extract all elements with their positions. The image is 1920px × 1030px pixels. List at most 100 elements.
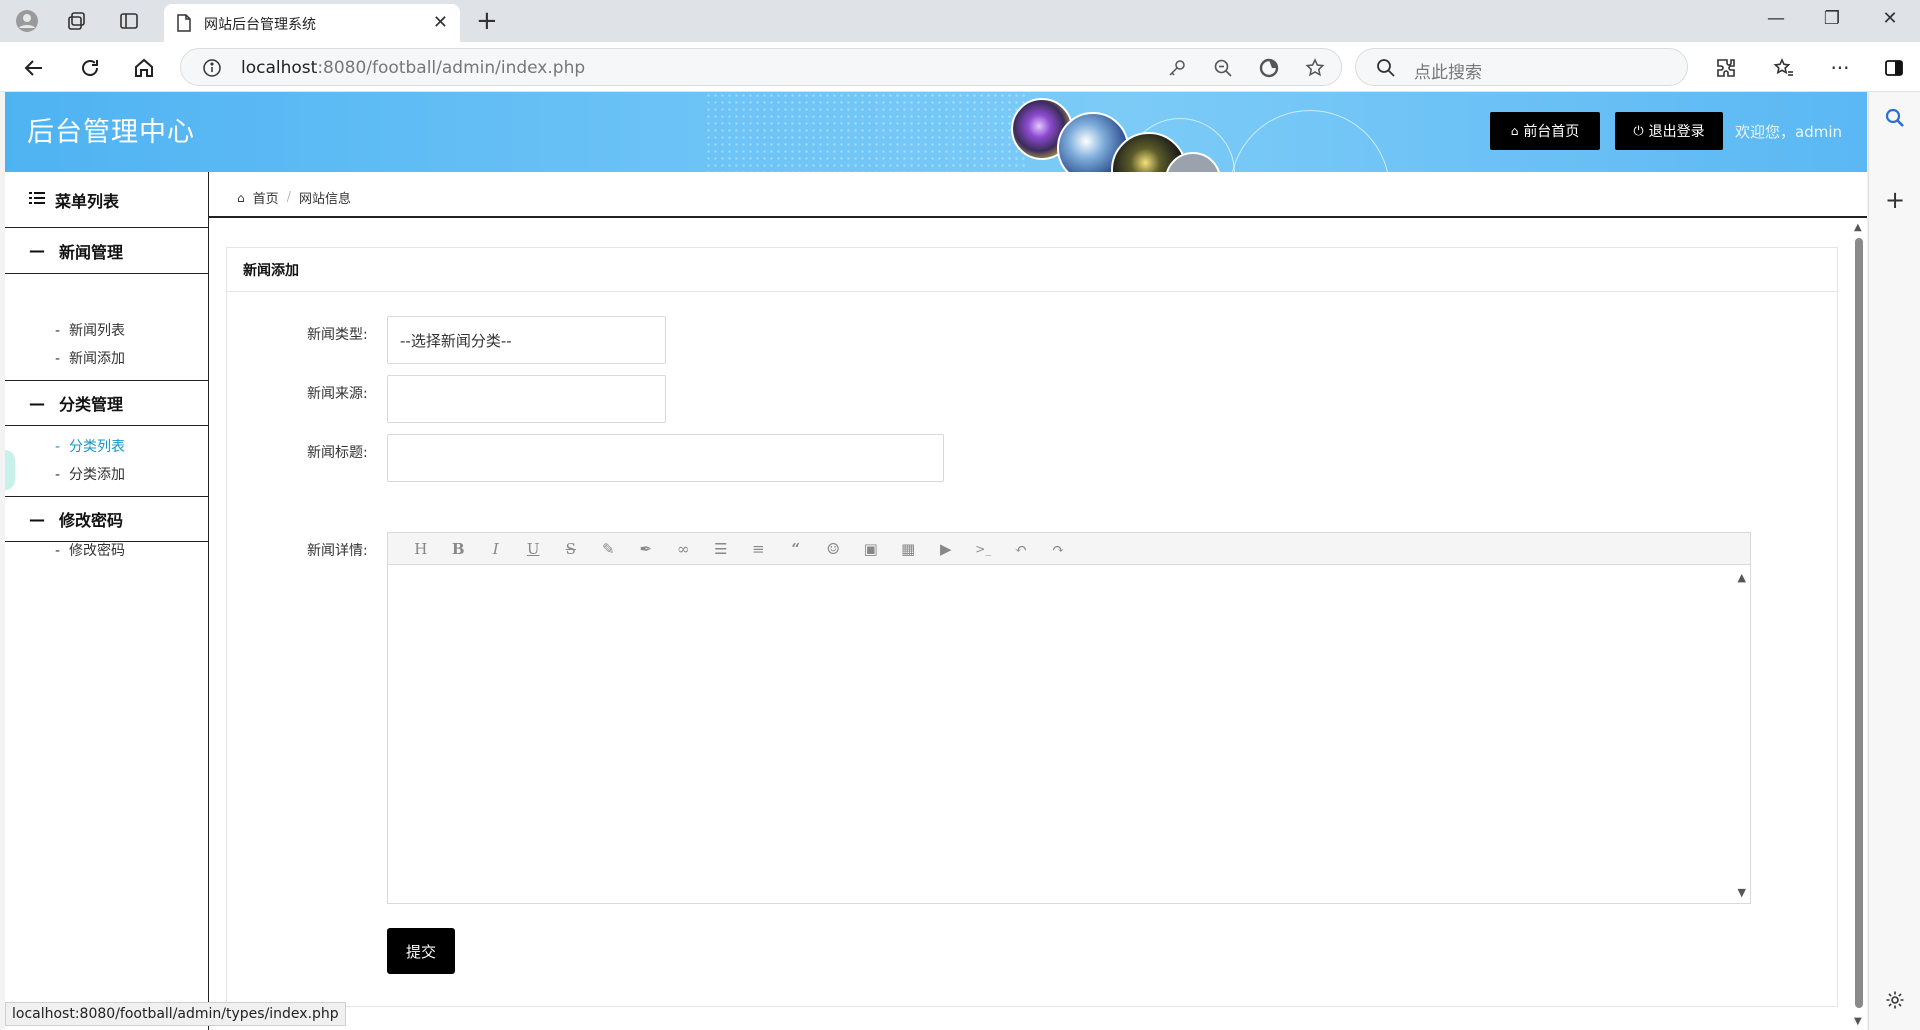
logout-button[interactable]: ⏻ 退出登录 [1615, 112, 1723, 150]
edge-refresh-icon[interactable] [1257, 57, 1281, 79]
search-icon [1376, 58, 1396, 82]
frontend-home-button[interactable]: ⌂ 前台首页 [1490, 112, 1600, 150]
news-title-input[interactable] [387, 434, 944, 482]
sidebar-item-category-add[interactable]: - 分类添加 [55, 464, 125, 484]
news-detail-editor[interactable]: H B I U S ✎ ✒ ∞ ☰ ≡ “ ☺ ▣ ▦ ▶ >_ ↶ ↷ ▲ ▼ [387, 532, 1751, 904]
browser-search-input[interactable]: 点此搜索 [1355, 48, 1688, 86]
world-map-decoration [705, 92, 1025, 172]
url-text: localhost:8080/football/admin/index.php [241, 58, 586, 78]
sidebar-group-password[interactable]: — 修改密码 [5, 496, 209, 542]
scrollbar-thumb[interactable] [1855, 238, 1863, 1008]
minus-icon: — [29, 393, 45, 413]
minimize-icon[interactable]: — [1762, 8, 1790, 34]
minus-icon: — [29, 509, 45, 529]
panel-title: 新闻添加 [227, 248, 1837, 292]
favorites-icon[interactable] [1770, 54, 1798, 82]
emoji-icon[interactable]: ☺ [815, 537, 853, 561]
extensions-icon[interactable] [1712, 54, 1740, 82]
favorite-star-icon[interactable] [1303, 57, 1327, 79]
decor-ring [1230, 110, 1390, 172]
editor-scroll-up-icon[interactable]: ▲ [1738, 571, 1746, 584]
editor-scroll-down-icon[interactable]: ▼ [1738, 886, 1746, 899]
left-sidebar: 菜单列表 — 新闻管理 - 新闻列表 - 新闻添加 — 分类管理 - 分类列表 … [5, 172, 209, 1030]
sidebar-item-news-list[interactable]: - 新闻列表 [55, 320, 125, 340]
more-menu-icon[interactable]: ··· [1826, 54, 1854, 82]
link-icon[interactable]: ∞ [665, 537, 703, 561]
news-type-select[interactable]: --选择新闻分类-- [387, 316, 666, 364]
sidebar-item-change-password[interactable]: - 修改密码 [55, 540, 125, 560]
redo-icon[interactable]: ↷ [1040, 537, 1078, 561]
back-icon[interactable] [20, 54, 48, 82]
minus-icon: — [29, 241, 45, 260]
zoom-out-icon[interactable] [1211, 57, 1235, 79]
tab-actions-icon[interactable] [116, 8, 142, 34]
group-label: 新闻管理 [59, 242, 124, 262]
close-tab-icon[interactable]: ✕ [433, 12, 448, 33]
submit-button[interactable]: 提交 [387, 928, 455, 974]
news-source-label: 新闻来源: [307, 386, 368, 402]
decor-dot [5, 450, 15, 490]
browser-tab-strip: 网站后台管理系统 ✕ + — ❐ ✕ [0, 0, 1920, 42]
underline-icon[interactable]: U [515, 537, 553, 561]
menu-title: 菜单列表 [5, 172, 209, 228]
image-icon[interactable]: ▣ [852, 537, 890, 561]
bullet-list-icon[interactable]: ☰ [702, 537, 740, 561]
content-divider [209, 216, 1867, 218]
news-type-label: 新闻类型: [307, 327, 368, 343]
strikethrough-icon[interactable]: S [552, 537, 590, 561]
breadcrumb-home[interactable]: 首页 [253, 188, 279, 207]
page-viewport: 后台管理中心 ⌂ 前台首页 ⏻ 退出登录 欢迎您，admin 菜单列表 — 新闻… [5, 92, 1867, 1030]
quote-icon[interactable]: “ [777, 537, 815, 561]
brush-icon[interactable]: ✒ [627, 537, 665, 561]
site-info-icon[interactable] [203, 59, 221, 81]
home-icon[interactable] [130, 54, 158, 82]
sidebar-item-category-list[interactable]: - 分类列表 [55, 436, 125, 456]
group-label: 分类管理 [59, 395, 124, 414]
align-icon[interactable]: ≡ [740, 537, 778, 561]
breadcrumb: ⌂ 首页 / 网站信息 [237, 188, 351, 207]
close-window-icon[interactable]: ✕ [1876, 8, 1904, 34]
maximize-icon[interactable]: ❐ [1818, 8, 1846, 34]
browser-tab[interactable]: 网站后台管理系统 ✕ [164, 4, 460, 42]
refresh-icon[interactable] [76, 54, 104, 82]
breadcrumb-current: 网站信息 [299, 192, 352, 207]
code-icon[interactable]: >_ [965, 537, 1003, 561]
frontend-home-label: 前台首页 [1523, 124, 1580, 140]
scroll-up-icon[interactable]: ▲ [1854, 222, 1862, 233]
workspaces-icon[interactable] [64, 8, 90, 34]
status-link-tooltip: localhost:8080/football/admin/types/inde… [5, 1002, 346, 1026]
eraser-icon[interactable]: ✎ [590, 537, 628, 561]
home-icon: ⌂ [1510, 124, 1519, 138]
italic-icon[interactable]: I [477, 537, 515, 561]
sidebar-search-icon[interactable] [1883, 106, 1907, 130]
sidebar-group-category[interactable]: — 分类管理 [5, 380, 209, 426]
video-icon[interactable]: ▶ [927, 537, 965, 561]
sidebar-item-news-add[interactable]: - 新闻添加 [55, 348, 125, 368]
breadcrumb-separator: / [286, 190, 292, 205]
key-icon[interactable] [1165, 57, 1189, 79]
sidebar-add-icon[interactable]: + [1883, 186, 1907, 214]
scroll-down-icon[interactable]: ▼ [1854, 1016, 1862, 1027]
news-add-panel: 新闻添加 新闻类型: --选择新闻分类-- 新闻来源: 新闻标题: 新闻详情: … [226, 247, 1838, 1007]
new-tab-icon[interactable]: + [476, 6, 498, 36]
menu-title-label: 菜单列表 [55, 191, 120, 211]
bold-icon[interactable]: B [440, 537, 478, 561]
table-icon[interactable]: ▦ [890, 537, 928, 561]
page-icon [176, 14, 192, 36]
news-type-value: --选择新闻分类-- [400, 331, 512, 350]
site-logo: 后台管理中心 [27, 117, 195, 148]
heading-icon[interactable]: H [402, 537, 440, 561]
profile-icon[interactable] [14, 8, 40, 34]
url-bar[interactable]: localhost:8080/football/admin/index.php [180, 48, 1342, 86]
logout-label: 退出登录 [1648, 124, 1705, 140]
sidebar-group-news[interactable]: — 新闻管理 [5, 228, 209, 274]
news-source-input[interactable] [387, 375, 666, 423]
home-icon: ⌂ [237, 190, 245, 205]
page-scrollbar[interactable]: ▲ ▼ [1851, 222, 1867, 1030]
list-icon [29, 190, 45, 209]
group-label: 修改密码 [59, 511, 124, 530]
undo-icon[interactable]: ↶ [1002, 537, 1040, 561]
settings-gear-icon[interactable] [1883, 988, 1907, 1012]
editor-toolbar: H B I U S ✎ ✒ ∞ ☰ ≡ “ ☺ ▣ ▦ ▶ >_ ↶ ↷ [388, 533, 1750, 565]
sidebar-toggle-icon[interactable] [1880, 54, 1908, 82]
